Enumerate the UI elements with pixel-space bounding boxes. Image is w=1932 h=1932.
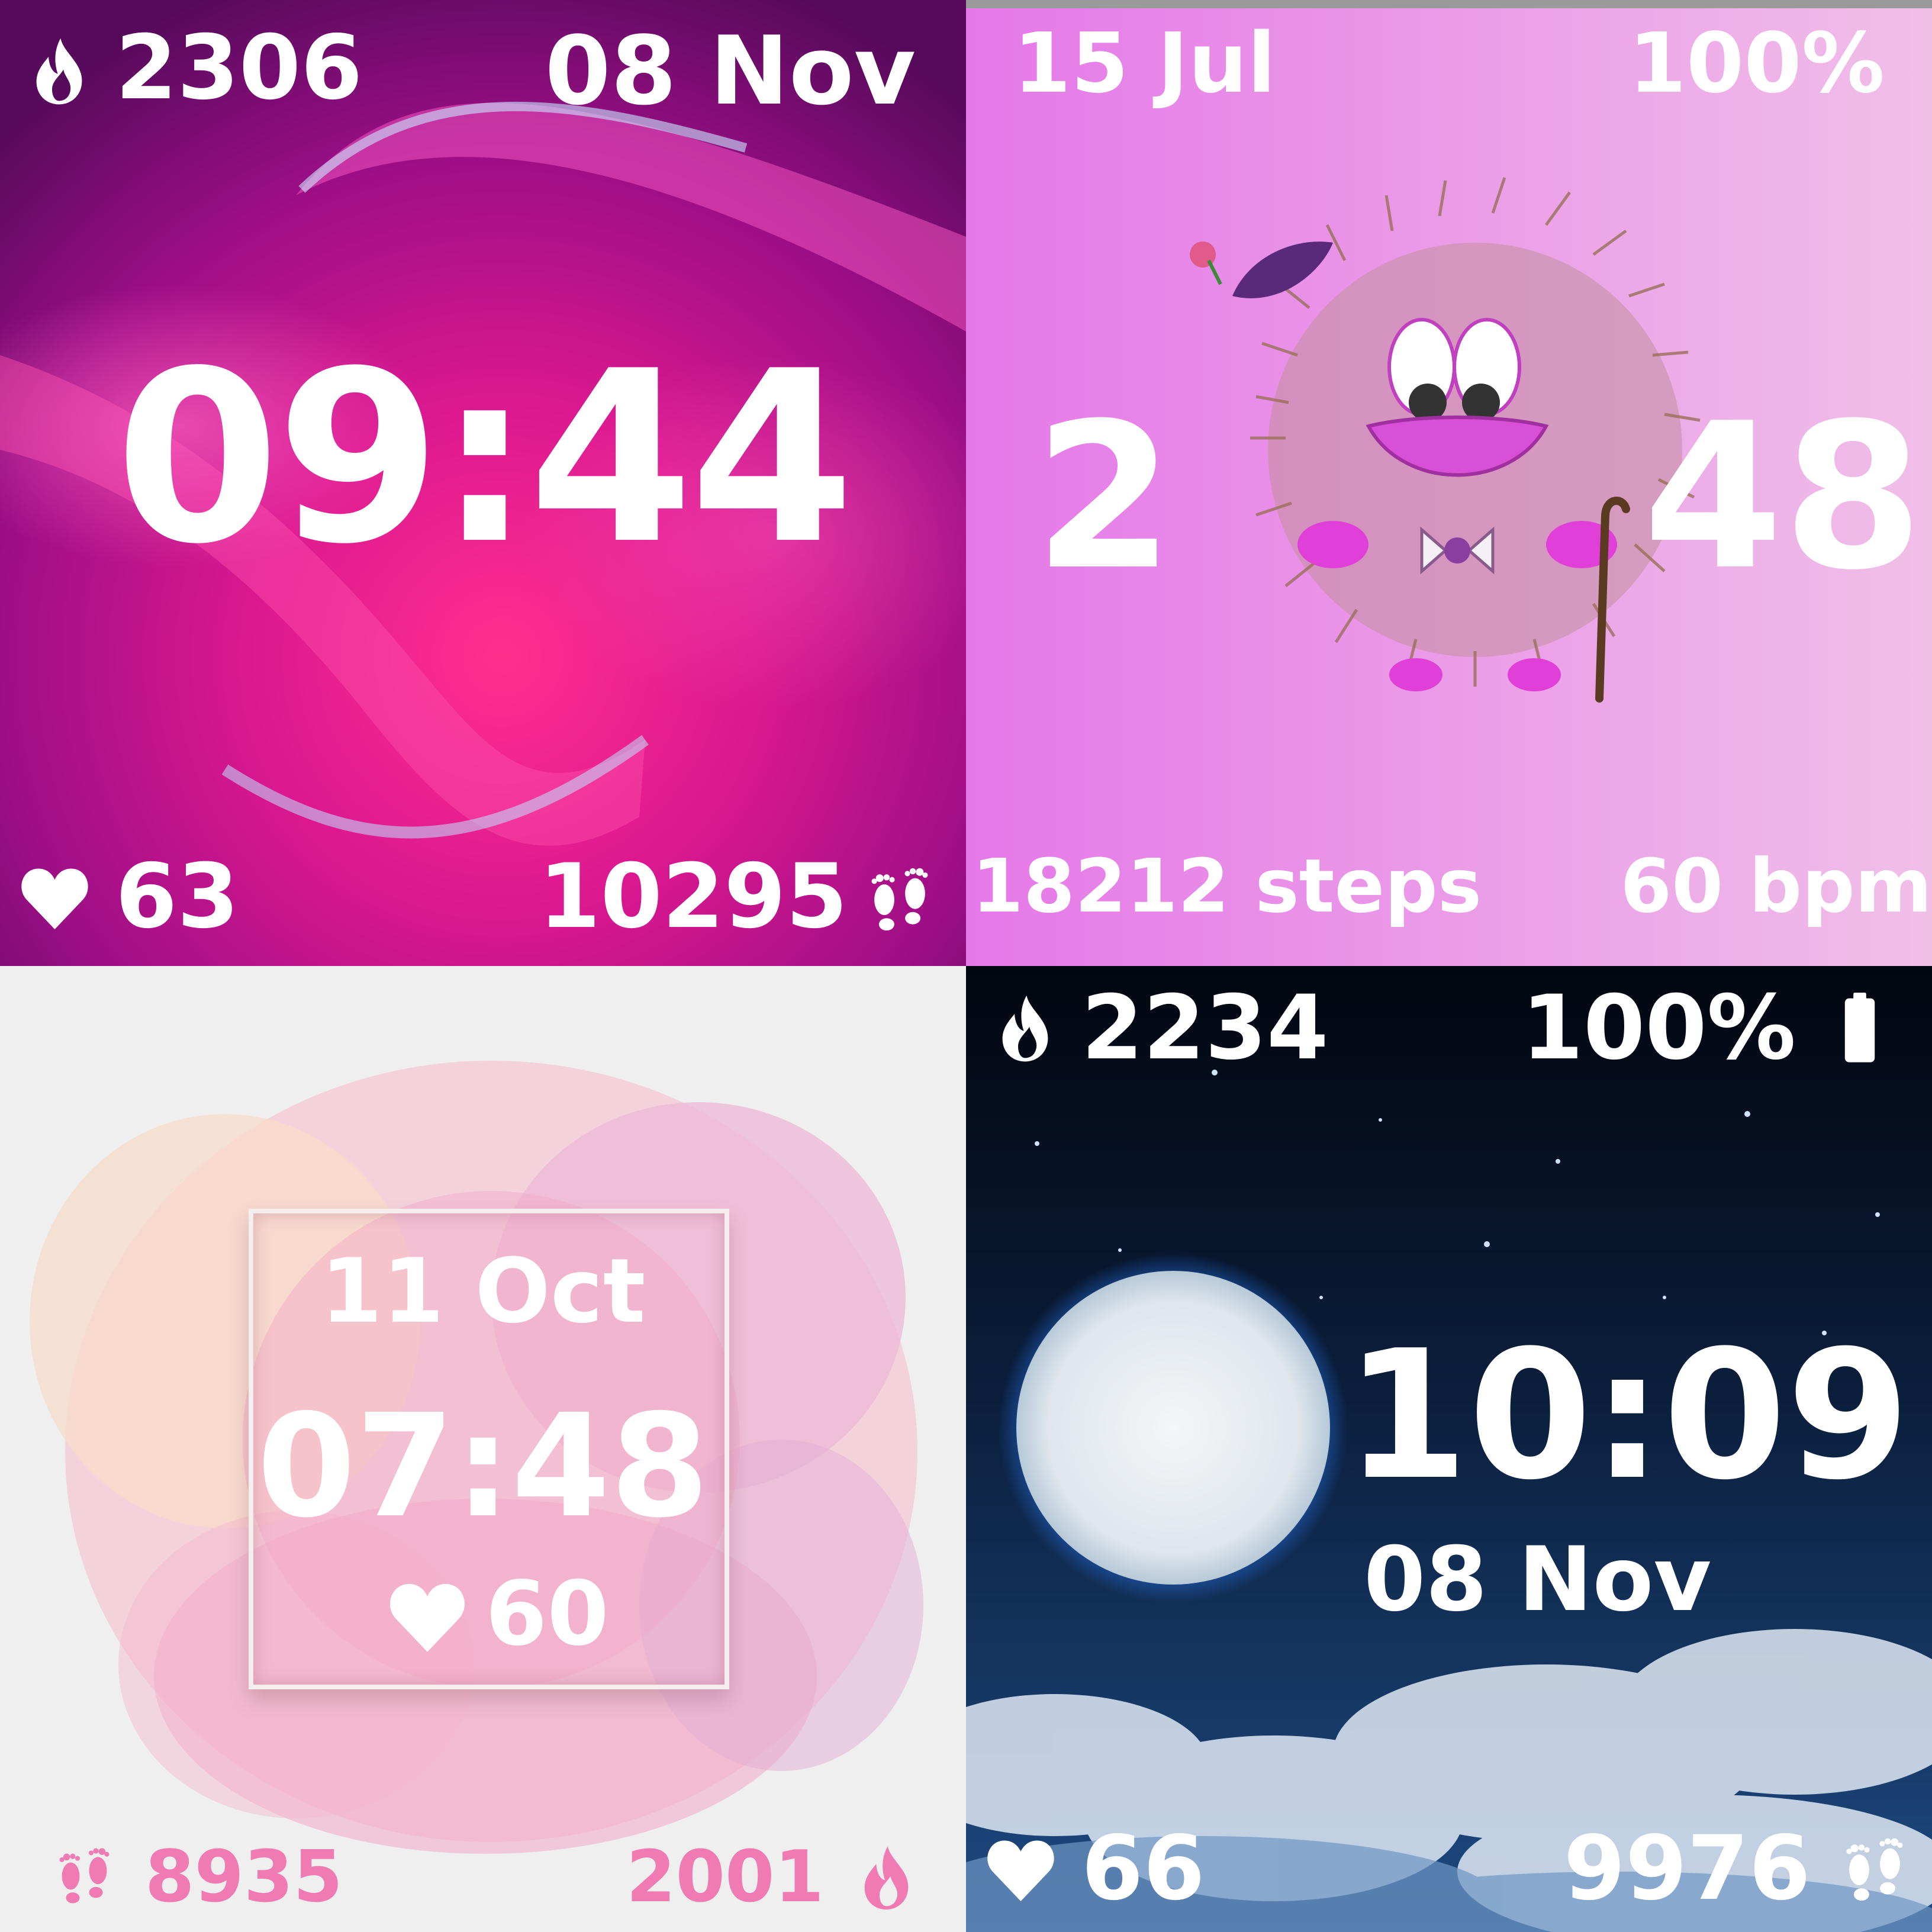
watch-face-fuzzy-monster[interactable]: 15 Jul 100% 2 48 18212 steps 60 bpm	[966, 0, 1932, 966]
calories-value: 2306	[115, 17, 363, 120]
date-label: 08 Nov	[545, 15, 916, 126]
steps-value: 8935	[145, 1836, 343, 1918]
heart-rate-value: 63	[115, 845, 239, 948]
heart-icon	[984, 1833, 1058, 1907]
heart-rate-value: 66	[1081, 1817, 1205, 1920]
date-label: 15 Jul	[1013, 15, 1276, 112]
heart-icon	[18, 861, 92, 935]
time-display: 07:48	[257, 1383, 709, 1549]
date-label: 11 Oct	[320, 1240, 646, 1343]
battery-value: 100%	[1521, 977, 1796, 1080]
watch-face-gallery: 2306 08 Nov 09:44 63 10295 15 Jul 100% 2…	[0, 0, 1932, 1932]
minutes-display: 48	[1643, 380, 1923, 614]
watch-face-night-moon[interactable]: 2234 100% 10:09 08 Nov 66 9976	[966, 966, 1932, 1932]
time-display: 10:09	[1345, 1312, 1910, 1519]
flame-icon	[852, 1842, 920, 1913]
time-display: 09:44	[115, 321, 854, 596]
date-label: 08 Nov	[1364, 1528, 1712, 1631]
heart-rate-value: 60	[485, 1563, 609, 1666]
heart-rate-value: 60 bpm	[1620, 843, 1932, 929]
steps-value: 9976	[1563, 1817, 1811, 1920]
battery-value: 100%	[1628, 15, 1885, 112]
hour-display: 2	[1034, 380, 1174, 614]
watch-face-watercolor[interactable]: 11 Oct 07:48 60 8935 2001	[0, 966, 966, 1932]
battery-icon	[1842, 993, 1878, 1064]
heart-icon	[386, 1576, 469, 1659]
footprints-icon	[1836, 1831, 1913, 1908]
steps-value: 10295	[539, 845, 848, 948]
footprints-icon	[50, 1842, 118, 1910]
calories-value: 2234	[1081, 977, 1329, 1080]
footprints-icon	[861, 861, 938, 938]
flame-icon	[24, 36, 95, 107]
flame-icon	[990, 993, 1061, 1064]
steps-value: 18212 steps	[972, 843, 1482, 929]
calories-value: 2001	[626, 1836, 824, 1918]
watch-face-magenta-wave[interactable]: 2306 08 Nov 09:44 63 10295	[0, 0, 966, 966]
